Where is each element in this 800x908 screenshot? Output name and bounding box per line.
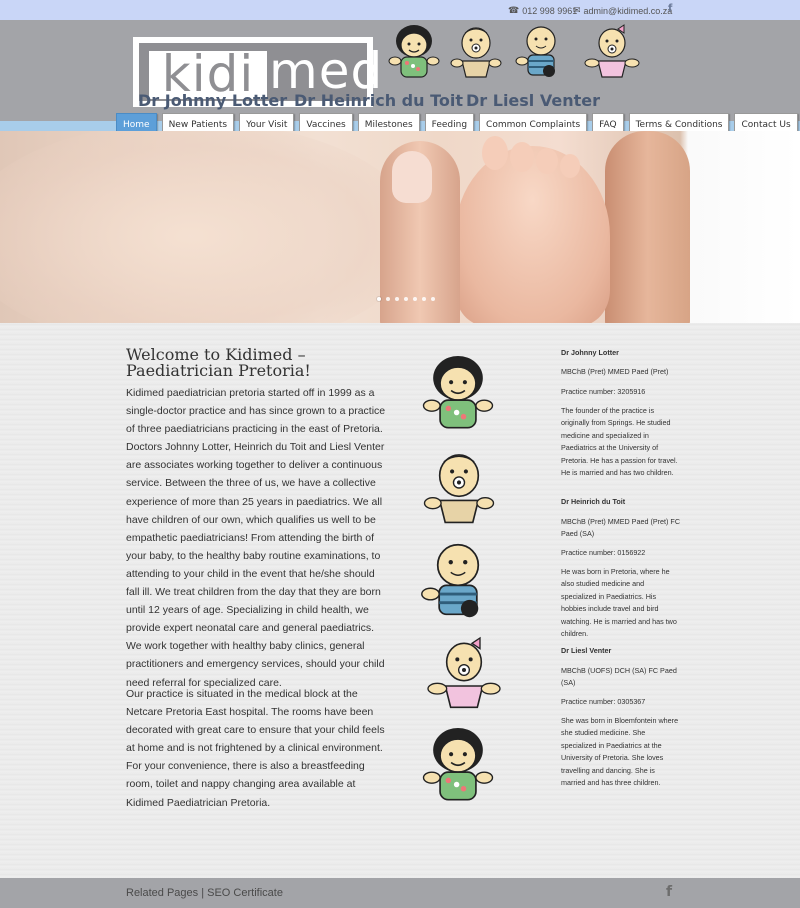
phone-contact[interactable]: ☎ 012 998 9961 (508, 5, 577, 16)
slider-dot[interactable] (431, 297, 435, 301)
cartoon-baby-pacifier-icon (423, 454, 495, 524)
site-header: kidi med Dr Johnny Lotter Dr Heinrich du… (0, 20, 800, 121)
top-bar: ☎ 012 998 9961 ✉ admin@kidimed.co.za f (0, 0, 800, 20)
cartoon-baby-pacifier-icon (450, 27, 502, 78)
sidebar-doctor-bio-3: She was born in Bloemfontein where she s… (561, 716, 679, 788)
slider-dot[interactable] (413, 297, 417, 301)
doctor-name-2: Dr Heinrich du Toit (294, 91, 464, 110)
hero-slider[interactable] (0, 131, 800, 323)
cartoon-girl-curly-icon (422, 356, 494, 429)
sidebar-doctor-name-3: Dr Liesl Venter (561, 646, 612, 655)
phone-number: 012 998 9961 (522, 5, 578, 16)
cartoon-boy-ball-icon (515, 26, 556, 77)
doctor-names-row: Dr Johnny Lotter Dr Heinrich du Toit Dr … (0, 91, 800, 113)
hero-thumbnail (392, 151, 432, 203)
cartoon-girl-curly-icon (388, 25, 440, 78)
sidebar-doctor-qual-2: MBChB (Pret) MMED Paed (Pret) FC Paed (S… (561, 517, 681, 539)
slider-dot[interactable] (395, 297, 399, 301)
doctor-name-3: Dr Liesl Venter (466, 91, 600, 110)
cartoon-boy-ball-icon (421, 543, 480, 618)
footer-links[interactable]: Related Pages | SEO Certificate (126, 887, 283, 899)
site-footer: Related Pages | SEO Certificate f (0, 878, 800, 908)
phone-icon: ☎ (508, 5, 520, 15)
cartoon-baby-bow-icon (584, 24, 640, 78)
doctor-name-1: Dr Johnny Lotter (138, 91, 288, 110)
main-content: Welcome to Kidimed – Paediatrician Preto… (0, 323, 800, 878)
envelope-icon: ✉ (573, 5, 581, 15)
sidebar-doctor-qual-1: MBChB (Pret) MMED Paed (Pret) (561, 367, 669, 376)
page-title: Welcome to Kidimed – Paediatrician Preto… (126, 345, 311, 380)
sidebar-doctor-name-2: Dr Heinrich du Toit (561, 497, 626, 506)
sidebar-doctor-qual-3: MBChB (UOFS) DCH (SA) FC Paed (SA) (561, 666, 677, 688)
sidebar-doctor-bio-2: He was born in Pretoria, where he also s… (561, 567, 677, 639)
sidebar-doctor-practice-1: Practice number: 3205916 (561, 387, 646, 396)
facebook-icon[interactable]: f (666, 884, 672, 900)
slider-dot[interactable] (422, 297, 426, 301)
intro-paragraph: Kidimed paediatrician pretoria started o… (126, 387, 386, 689)
slider-dot[interactable] (386, 297, 390, 301)
slider-dot[interactable] (404, 297, 408, 301)
sidebar-doctor-practice-3: Practice number: 0305367 (561, 697, 646, 706)
hero-thumb-right (605, 131, 690, 323)
sidebar-doctor-practice-2: Practice number: 0156922 (561, 548, 646, 557)
hero-blur (0, 131, 420, 323)
slider-dot[interactable] (377, 297, 381, 301)
facebook-icon[interactable]: f (668, 3, 672, 14)
slider-dots (377, 297, 435, 301)
sidebar-doctor-bio-1: The founder of the practice is originall… (561, 406, 678, 478)
email-contact[interactable]: ✉ admin@kidimed.co.za (573, 5, 672, 16)
practice-paragraph: Our practice is situated in the medical … (126, 688, 385, 809)
email-address: admin@kidimed.co.za (583, 5, 673, 16)
cartoon-baby-bow-icon (427, 636, 501, 709)
sidebar-doctor-name-1: Dr Johnny Lotter (561, 348, 619, 357)
hero-toes (470, 136, 600, 178)
cartoon-girl-curly-icon (422, 728, 494, 801)
